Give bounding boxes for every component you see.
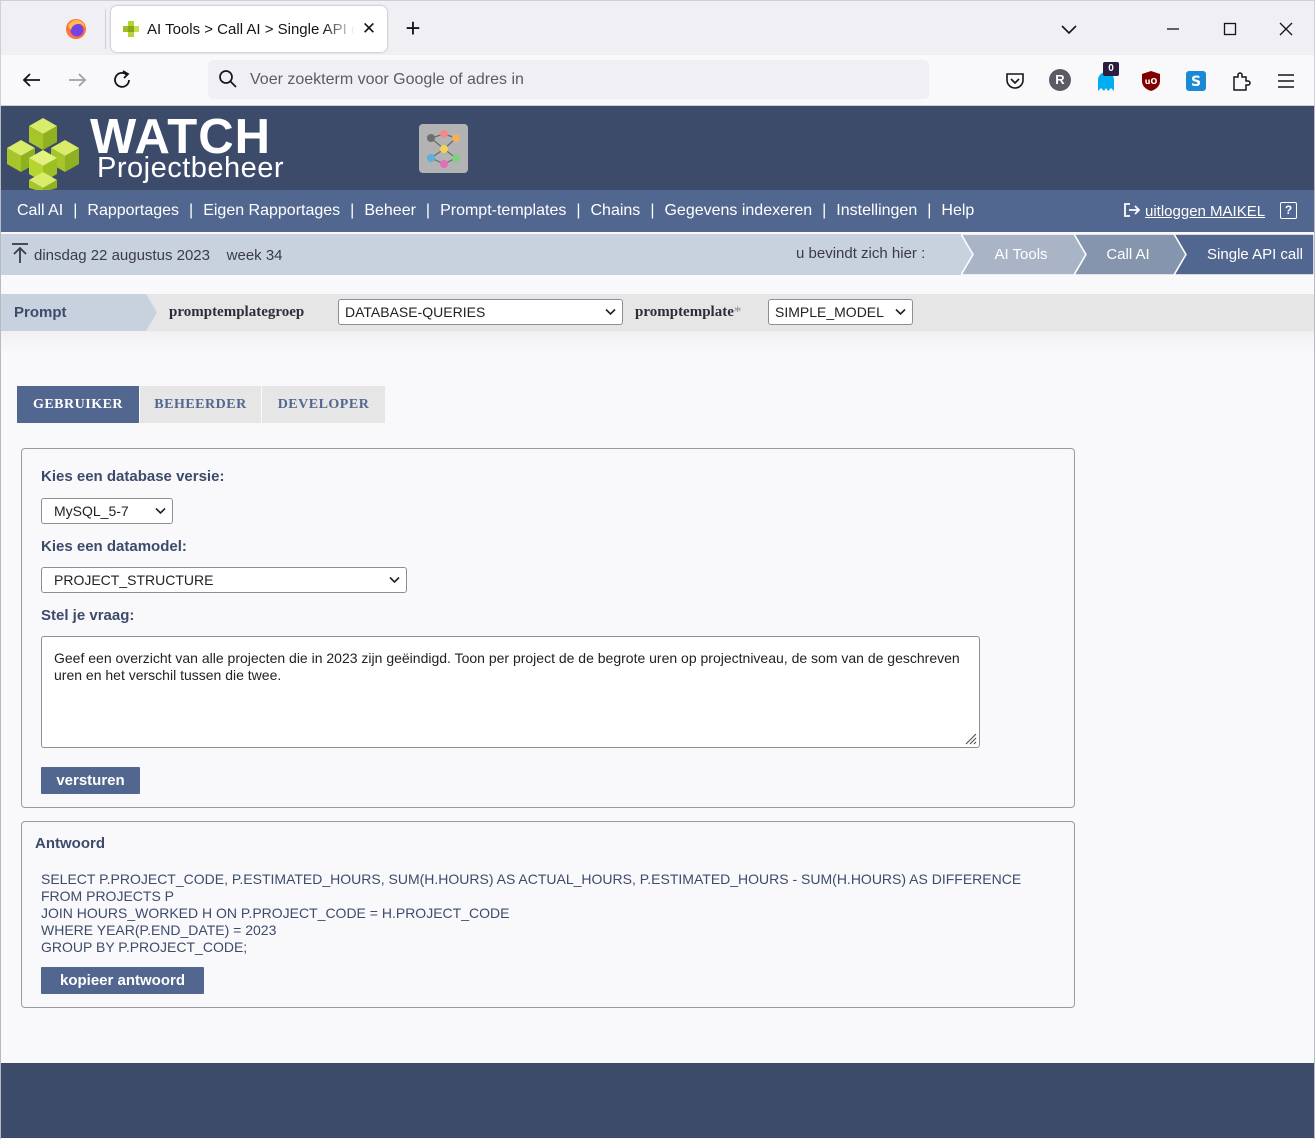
notification-badge: 0 (1103, 62, 1119, 76)
app-menu-hamburger-icon[interactable] (1274, 69, 1298, 93)
list-all-tabs-icon[interactable] (1055, 15, 1083, 43)
logo-subtitle: Projectbeheer (97, 152, 285, 184)
prompt-selection-row: Prompt promptemplategroep DATABASE-QUERI… (1, 294, 1314, 331)
menu-item-eigen-rapportages[interactable]: Eigen Rapportages (203, 202, 340, 220)
answer-line: SELECT P.PROJECT_CODE, P.ESTIMATED_HOURS… (41, 871, 1022, 887)
menu-item-instellingen[interactable]: Instellingen (836, 202, 917, 220)
url-bar[interactable]: Voer zoekterm voor Google of adres in (208, 60, 929, 99)
help-question-icon[interactable]: ? (1280, 202, 1297, 219)
menu-item-gegevens-indexeren[interactable]: Gegevens indexeren (664, 202, 812, 220)
promptemplategroep-select[interactable]: DATABASE-QUERIES (338, 299, 623, 325)
menu-item-beheer[interactable]: Beheer (364, 202, 416, 220)
menu-separator: | (189, 202, 194, 219)
breadcrumb-call-ai[interactable]: Call AI (1106, 246, 1149, 263)
chevron-down-icon (155, 507, 166, 515)
close-window-icon[interactable] (1272, 15, 1300, 43)
db-version-select[interactable]: MySQL_5-7 (41, 498, 173, 524)
answer-sql: SELECT P.PROJECT_CODE, P.ESTIMATED_HOURS… (41, 871, 1021, 956)
menu-separator: | (73, 202, 78, 219)
row-shadow (1, 331, 1314, 353)
main-menu: Call AI | Rapportages | Eigen Rapportages | Be… (17, 202, 974, 220)
chevron-down-icon (389, 576, 400, 584)
menu-item-call-ai[interactable]: Call AI (17, 202, 63, 220)
extensions-puzzle-icon[interactable] (1229, 69, 1253, 93)
site-footer (1, 1063, 1314, 1138)
question-text: Geef een overzicht van alle projecten di… (54, 650, 960, 683)
promptemplate-select[interactable]: SIMPLE_MODEL (768, 299, 913, 325)
answer-title: Antwoord (35, 835, 105, 852)
db-version-label: Kies een database versie: (41, 468, 225, 485)
search-icon (219, 70, 237, 88)
menu-separator: | (425, 202, 431, 219)
back-arrow-icon[interactable] (19, 67, 45, 93)
tab-developer[interactable]: DEVELOPER (262, 386, 385, 423)
datamodel-label: Kies een datamodel: (41, 538, 187, 555)
menu-item-help[interactable]: Help (941, 202, 974, 220)
ai-network-icon[interactable] (419, 124, 468, 173)
ghostery-extension-icon[interactable]: 0 (1094, 62, 1119, 93)
chevron-down-icon (605, 308, 616, 316)
logout-icon (1124, 203, 1141, 217)
breadcrumb-single-api-call: Single API call (1207, 246, 1303, 263)
tab-beheerder[interactable]: BEHEERDER (140, 386, 261, 423)
breadcrumb-bar: dinsdag 22 augustus 2023 week 34 u bevin… (1, 234, 1314, 275)
skype-extension-icon[interactable]: S (1184, 69, 1208, 93)
breadcrumb: AI Tools Call AI Single API call (961, 234, 1314, 275)
site-header: WATCH Projectbeheer (1, 106, 1314, 192)
reload-icon[interactable] (109, 67, 135, 93)
scroll-to-top-icon[interactable] (11, 242, 29, 264)
tab-title: AI Tools > Call AI > Single API call (147, 21, 355, 38)
browser-tab-bar: AI Tools > Call AI > Single API call ✕ + (0, 0, 1315, 55)
maximize-icon[interactable] (1216, 15, 1244, 43)
menu-separator: | (576, 202, 581, 219)
copy-answer-button[interactable]: kopieer antwoord (41, 967, 204, 994)
menu-item-rapportages[interactable]: Rapportages (87, 202, 179, 220)
prompt-section-label: Prompt (14, 304, 67, 321)
promptemplate-label: promptemplate* (635, 304, 742, 320)
question-panel: Kies een database versie: MySQL_5-7 Kies… (21, 448, 1075, 808)
question-textarea[interactable]: Geef een overzicht van alle projecten di… (41, 636, 980, 748)
menu-separator: | (927, 202, 932, 219)
menu-item-prompt-templates[interactable]: Prompt-templates (440, 202, 566, 220)
logout-label: uitloggen MAIKEL (1145, 203, 1266, 220)
pocket-icon[interactable] (1003, 69, 1027, 93)
answer-line: GROUP BY P.PROJECT_CODE; (41, 939, 248, 955)
menu-separator: | (822, 202, 827, 219)
answer-line: WHERE YEAR(P.END_DATE) = 2023 (41, 922, 277, 938)
browser-nav-bar: Voer zoekterm voor Google of adres in R … (0, 55, 1315, 106)
menu-separator: | (350, 202, 355, 219)
account-avatar[interactable]: R (1049, 69, 1071, 91)
answer-line: FROM PROJECTS P (41, 888, 175, 904)
new-tab-icon[interactable]: + (399, 15, 427, 43)
tab-separator (105, 9, 106, 49)
menu-item-chains[interactable]: Chains (591, 202, 641, 220)
minimize-icon[interactable] (1159, 15, 1187, 43)
close-tab-icon[interactable]: ✕ (358, 18, 380, 40)
ublock-icon[interactable]: uO (1139, 69, 1163, 93)
submit-button[interactable]: versturen (41, 767, 140, 794)
answer-line: JOIN HOURS_WORKED H ON P.PROJECT_CODE = … (41, 905, 510, 921)
watch-favicon-icon (123, 21, 139, 37)
svg-text:uO: uO (1145, 77, 1158, 86)
main-menu-bar: Call AI | Rapportages | Eigen Rapportages | Be… (1, 190, 1314, 232)
resize-grip-icon[interactable] (963, 731, 977, 745)
forward-arrow-icon[interactable] (64, 67, 90, 93)
answer-panel: Antwoord SELECT P.PROJECT_CODE, P.ESTIMA… (21, 821, 1075, 1008)
browser-tab-active[interactable]: AI Tools > Call AI > Single API call ✕ (111, 6, 387, 52)
tab-gebruiker[interactable]: GEBRUIKER (17, 386, 139, 423)
chevron-down-icon (895, 308, 906, 316)
promptemplategroep-label: promptemplategroep (169, 304, 305, 320)
question-label: Stel je vraag: (41, 607, 135, 624)
logout-link[interactable]: uitloggen MAIKEL (1123, 202, 1265, 220)
breadcrumb-ai-tools[interactable]: AI Tools (994, 246, 1047, 263)
svg-text:S: S (1191, 74, 1201, 90)
current-date: dinsdag 22 augustus 2023 week 34 (34, 247, 283, 264)
menu-separator: | (650, 202, 655, 219)
watch-logo-cubes-icon[interactable] (7, 116, 79, 192)
url-placeholder: Voer zoekterm voor Google of adres in (250, 71, 524, 88)
firefox-icon[interactable] (65, 18, 87, 40)
you-are-here-label: u bevindt zich hier : (796, 245, 926, 262)
datamodel-select[interactable]: PROJECT_STRUCTURE (41, 567, 407, 593)
